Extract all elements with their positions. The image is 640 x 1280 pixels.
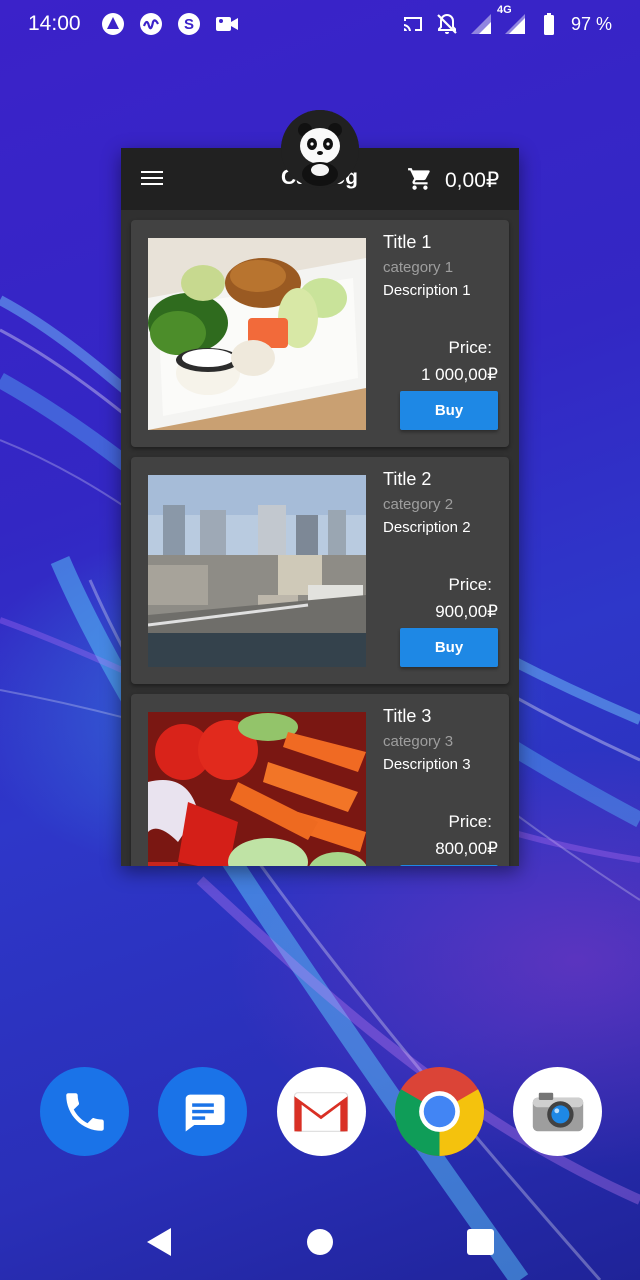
price-label: Price: (448, 338, 492, 357)
wave-app-icon (139, 12, 163, 36)
buy-button[interactable]: Buy (400, 391, 498, 430)
network-type-label: 4G (496, 4, 512, 16)
product-price: 800,00₽ (435, 839, 498, 858)
product-title: Title 3 (383, 706, 432, 726)
product-title: Title 1 (383, 232, 432, 252)
product-category: category 3 (383, 733, 454, 750)
chrome-app[interactable] (394, 1067, 484, 1156)
city-photo (148, 475, 366, 667)
product-card[interactable]: Title 2 category 2 Description 2 Price: … (131, 457, 509, 684)
lte-signal-icon: 4G (497, 4, 527, 36)
back-button[interactable] (145, 1227, 173, 1257)
notification-icons: S (101, 12, 239, 36)
buy-button[interactable]: Buy (400, 628, 498, 667)
arcore-icon (101, 12, 125, 36)
messages-app[interactable] (158, 1067, 248, 1156)
video-camera-icon (215, 12, 239, 36)
product-category: category 2 (383, 496, 454, 513)
catalog-app-window: Catalog 0,00₽ (121, 148, 519, 866)
price-label: Price: (448, 575, 492, 594)
product-card[interactable]: Title 1 category 1 Description 1 Price: … (131, 220, 509, 447)
messages-icon (185, 1094, 225, 1131)
hamburger-menu-icon[interactable] (141, 168, 163, 188)
phone-icon (65, 1092, 104, 1131)
price-label: Price: (448, 812, 492, 831)
gmail-icon (293, 1091, 349, 1132)
svg-text:S: S (184, 16, 194, 33)
battery-icon (537, 12, 561, 36)
home-button[interactable] (307, 1229, 333, 1255)
phone-app[interactable] (40, 1067, 129, 1156)
product-card[interactable]: Title 3 category 3 Description 3 Price: … (131, 694, 509, 866)
vegetables-photo (148, 712, 366, 866)
cart-total[interactable]: 0,00₽ (445, 168, 499, 193)
camera-app[interactable] (513, 1067, 602, 1156)
panda-logo (281, 110, 359, 188)
product-list[interactable]: Title 1 category 1 Description 1 Price: … (131, 220, 509, 866)
buy-button[interactable]: Buy (400, 865, 498, 866)
sushi-photo (148, 238, 366, 430)
cast-icon (401, 12, 425, 36)
notifications-off-icon (435, 12, 459, 36)
recents-button[interactable] (467, 1229, 494, 1255)
status-bar: 14:00 S 4G 97 % (0, 0, 640, 48)
status-time: 14:00 (28, 12, 81, 35)
product-description: Description 3 (383, 756, 471, 773)
system-icons: 4G 97 % (401, 4, 612, 36)
signal-icon (469, 12, 493, 36)
gmail-app[interactable] (276, 1067, 366, 1156)
product-description: Description 1 (383, 282, 471, 299)
product-price: 1 000,00₽ (421, 365, 498, 384)
product-title: Title 2 (383, 469, 432, 489)
skype-icon: S (177, 12, 201, 36)
product-description: Description 2 (383, 519, 471, 536)
product-price: 900,00₽ (435, 602, 498, 621)
product-category: category 1 (383, 259, 454, 276)
app-dock (40, 1067, 602, 1157)
chrome-icon (394, 1067, 484, 1156)
navigation-bar (0, 1200, 640, 1280)
shopping-cart-icon[interactable] (407, 166, 433, 192)
battery-percent: 97 % (570, 13, 612, 34)
camera-icon (532, 1092, 583, 1131)
